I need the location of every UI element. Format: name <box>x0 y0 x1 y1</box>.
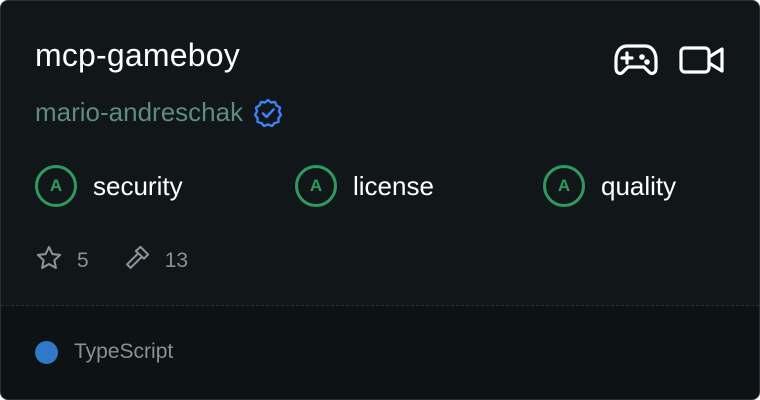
author-row: mario-andreschak <box>35 97 283 128</box>
score-label: license <box>353 170 434 201</box>
author-name[interactable]: mario-andreschak <box>35 97 243 128</box>
score-label: security <box>93 170 183 201</box>
score-label: quality <box>601 170 677 201</box>
score-quality[interactable]: A quality <box>543 165 676 207</box>
capability-icons <box>613 41 725 79</box>
server-card[interactable]: mcp-gameboy mario-andreschak A security … <box>0 0 760 400</box>
star-icon <box>35 244 63 278</box>
stars-count: 5 <box>77 249 89 272</box>
language-label: TypeScript <box>74 340 174 363</box>
stars-stat: 5 <box>35 244 89 278</box>
verified-badge-icon <box>253 98 283 128</box>
language-color-dot <box>35 340 58 364</box>
score-row: A security A license A quality <box>35 165 735 213</box>
language-indicator: TypeScript <box>35 340 173 364</box>
gamepad-icon <box>613 41 659 79</box>
score-license[interactable]: A license <box>295 165 434 207</box>
video-camera-icon <box>679 41 725 79</box>
tools-stat: 13 <box>123 244 188 278</box>
hammer-icon <box>123 244 151 278</box>
grade-badge: A <box>543 165 585 207</box>
server-name[interactable]: mcp-gameboy <box>35 37 240 74</box>
card-footer: TypeScript <box>1 306 759 399</box>
score-security[interactable]: A security <box>35 165 183 207</box>
grade-badge: A <box>35 165 77 207</box>
tools-count: 13 <box>164 249 189 272</box>
grade-badge: A <box>295 165 337 207</box>
stats-row: 5 13 <box>35 244 222 278</box>
